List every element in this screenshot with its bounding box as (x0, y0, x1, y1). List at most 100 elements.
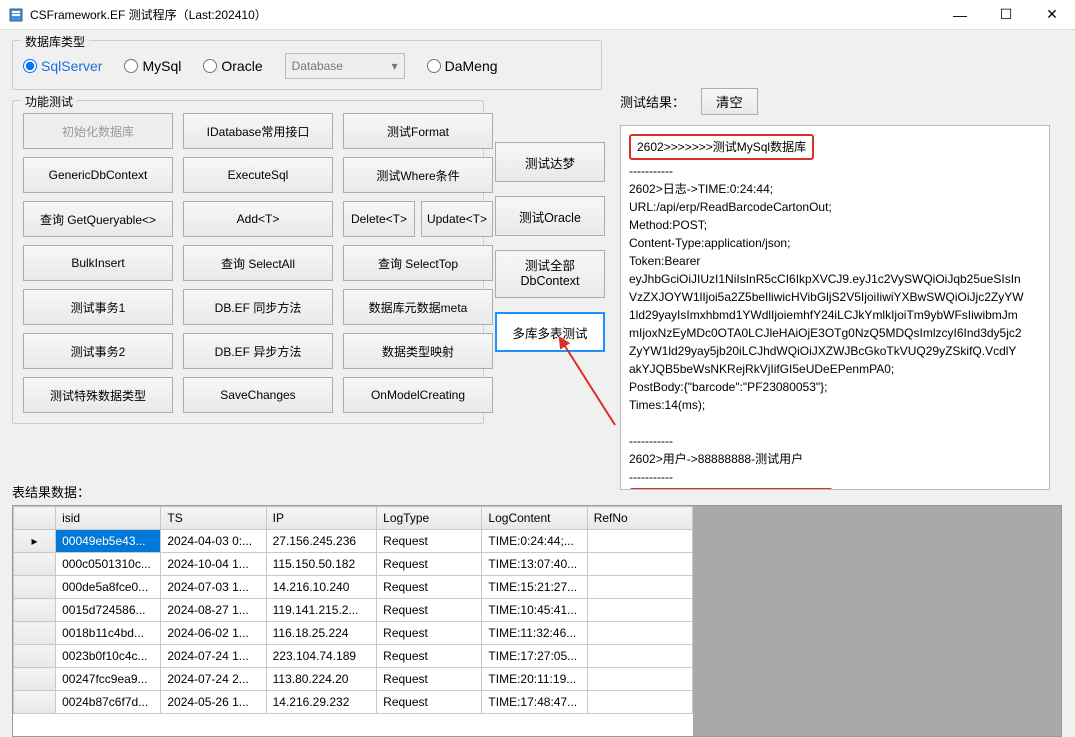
test-tx2-button[interactable]: 测试事务2 (23, 333, 173, 369)
cell-isid[interactable]: 000de5a8fce0... (56, 576, 161, 599)
cell-ip[interactable]: 27.156.245.236 (266, 530, 377, 553)
cell-isid[interactable]: 0024b87c6f7d... (56, 691, 161, 714)
cell-ip[interactable]: 115.150.50.182 (266, 553, 377, 576)
selecttop-button[interactable]: 查询 SelectTop (343, 245, 493, 281)
radio-oracle-input[interactable] (203, 59, 217, 73)
col-ts[interactable]: TS (161, 507, 266, 530)
table-row[interactable]: 0024b87c6f7d...2024-05-26 1...14.216.29.… (14, 691, 693, 714)
cell-ip[interactable]: 119.141.215.2... (266, 599, 377, 622)
radio-sqlserver[interactable]: SqlServer (23, 58, 102, 74)
cell-logcontent[interactable]: TIME:13:07:40... (482, 553, 587, 576)
cell-logtype[interactable]: Request (377, 530, 482, 553)
cell-ip[interactable]: 14.216.10.240 (266, 576, 377, 599)
db-meta-button[interactable]: 数据库元数据meta (343, 289, 493, 325)
test-format-button[interactable]: 测试Format (343, 113, 493, 149)
cell-logcontent[interactable]: TIME:17:48:47... (482, 691, 587, 714)
cell-logtype[interactable]: Request (377, 599, 482, 622)
table-row[interactable]: 000de5a8fce0...2024-07-03 1...14.216.10.… (14, 576, 693, 599)
cell-refno[interactable] (587, 553, 692, 576)
table-row[interactable]: ▸00049eb5e43...2024-04-03 0:...27.156.24… (14, 530, 693, 553)
cell-logcontent[interactable]: TIME:10:45:41... (482, 599, 587, 622)
cell-ip[interactable]: 14.216.29.232 (266, 691, 377, 714)
savechanges-button[interactable]: SaveChanges (183, 377, 333, 413)
cell-refno[interactable] (587, 691, 692, 714)
radio-dameng[interactable]: DaMeng (427, 58, 498, 74)
col-refno[interactable]: RefNo (587, 507, 692, 530)
genericdbcontext-button[interactable]: GenericDbContext (23, 157, 173, 193)
ef-sync-button[interactable]: DB.EF 同步方法 (183, 289, 333, 325)
test-dameng-button[interactable]: 测试达梦 (495, 142, 605, 182)
test-tx1-button[interactable]: 测试事务1 (23, 289, 173, 325)
log-output[interactable]: 2602>>>>>>>测试MySql数据库 ----------- 2602>日… (620, 125, 1050, 490)
cell-logtype[interactable]: Request (377, 691, 482, 714)
cell-ts[interactable]: 2024-04-03 0:... (161, 530, 266, 553)
test-all-dbcontext-button[interactable]: 测试全部 DbContext (495, 250, 605, 298)
cell-logtype[interactable]: Request (377, 553, 482, 576)
idatabase-button[interactable]: IDatabase常用接口 (183, 113, 333, 149)
radio-oracle[interactable]: Oracle (203, 58, 262, 74)
bulkinsert-button[interactable]: BulkInsert (23, 245, 173, 281)
executesql-button[interactable]: ExecuteSql (183, 157, 333, 193)
table-row[interactable]: 000c0501310c...2024-10-04 1...115.150.50… (14, 553, 693, 576)
table-row[interactable]: 0023b0f10c4c...2024-07-24 1...223.104.74… (14, 645, 693, 668)
radio-mysql[interactable]: MySql (124, 58, 181, 74)
cell-ip[interactable]: 116.18.25.224 (266, 622, 377, 645)
table-row[interactable]: 0018b11c4bd...2024-06-02 1...116.18.25.2… (14, 622, 693, 645)
cell-refno[interactable] (587, 530, 692, 553)
onmodelcreating-button[interactable]: OnModelCreating (343, 377, 493, 413)
cell-ip[interactable]: 113.80.224.20 (266, 668, 377, 691)
cell-isid[interactable]: 0018b11c4bd... (56, 622, 161, 645)
cell-refno[interactable] (587, 668, 692, 691)
col-isid[interactable]: isid (56, 507, 161, 530)
col-ip[interactable]: IP (266, 507, 377, 530)
cell-ts[interactable]: 2024-07-03 1... (161, 576, 266, 599)
cell-ts[interactable]: 2024-07-24 1... (161, 645, 266, 668)
radio-mysql-input[interactable] (124, 59, 138, 73)
type-mapping-button[interactable]: 数据类型映射 (343, 333, 493, 369)
cell-ts[interactable]: 2024-06-02 1... (161, 622, 266, 645)
cell-ts[interactable]: 2024-10-04 1... (161, 553, 266, 576)
cell-isid[interactable]: 000c0501310c... (56, 553, 161, 576)
cell-refno[interactable] (587, 599, 692, 622)
cell-refno[interactable] (587, 576, 692, 599)
delete-t-button[interactable]: Delete<T> (343, 201, 415, 237)
cell-logtype[interactable]: Request (377, 668, 482, 691)
multi-db-multi-table-button[interactable]: 多库多表测试 (495, 312, 605, 352)
cell-ts[interactable]: 2024-07-24 2... (161, 668, 266, 691)
cell-refno[interactable] (587, 622, 692, 645)
test-special-types-button[interactable]: 测试特殊数据类型 (23, 377, 173, 413)
cell-isid[interactable]: 00247fcc9ea9... (56, 668, 161, 691)
minimize-button[interactable]: — (937, 0, 983, 30)
col-logtype[interactable]: LogType (377, 507, 482, 530)
cell-ts[interactable]: 2024-05-26 1... (161, 691, 266, 714)
maximize-button[interactable]: ☐ (983, 0, 1029, 30)
update-t-button[interactable]: Update<T> (421, 201, 493, 237)
radio-dameng-input[interactable] (427, 59, 441, 73)
test-oracle-button[interactable]: 测试Oracle (495, 196, 605, 236)
cell-ip[interactable]: 223.104.74.189 (266, 645, 377, 668)
close-button[interactable]: ✕ (1029, 0, 1075, 30)
getqueryable-button[interactable]: 查询 GetQueryable<> (23, 201, 173, 237)
radio-sqlserver-input[interactable] (23, 59, 37, 73)
cell-logtype[interactable]: Request (377, 645, 482, 668)
cell-ts[interactable]: 2024-08-27 1... (161, 599, 266, 622)
cell-logcontent[interactable]: TIME:17:27:05... (482, 645, 587, 668)
cell-isid[interactable]: 0015d724586... (56, 599, 161, 622)
cell-logcontent[interactable]: TIME:20:11:19... (482, 668, 587, 691)
cell-logcontent[interactable]: TIME:0:24:44;... (482, 530, 587, 553)
database-combo[interactable]: Database ▾ (285, 53, 405, 79)
cell-isid[interactable]: 00049eb5e43... (56, 530, 161, 553)
cell-logcontent[interactable]: TIME:15:21:27... (482, 576, 587, 599)
col-logcontent[interactable]: LogContent (482, 507, 587, 530)
table-row[interactable]: 0015d724586...2024-08-27 1...119.141.215… (14, 599, 693, 622)
cell-logtype[interactable]: Request (377, 576, 482, 599)
clear-button[interactable]: 清空 (701, 88, 758, 115)
selectall-button[interactable]: 查询 SelectAll (183, 245, 333, 281)
add-t-button[interactable]: Add<T> (183, 201, 333, 237)
table-row[interactable]: 00247fcc9ea9...2024-07-24 2...113.80.224… (14, 668, 693, 691)
test-where-button[interactable]: 测试Where条件 (343, 157, 493, 193)
ef-async-button[interactable]: DB.EF 异步方法 (183, 333, 333, 369)
cell-refno[interactable] (587, 645, 692, 668)
result-grid[interactable]: isid TS IP LogType LogContent RefNo ▸000… (12, 505, 1062, 737)
cell-logtype[interactable]: Request (377, 622, 482, 645)
